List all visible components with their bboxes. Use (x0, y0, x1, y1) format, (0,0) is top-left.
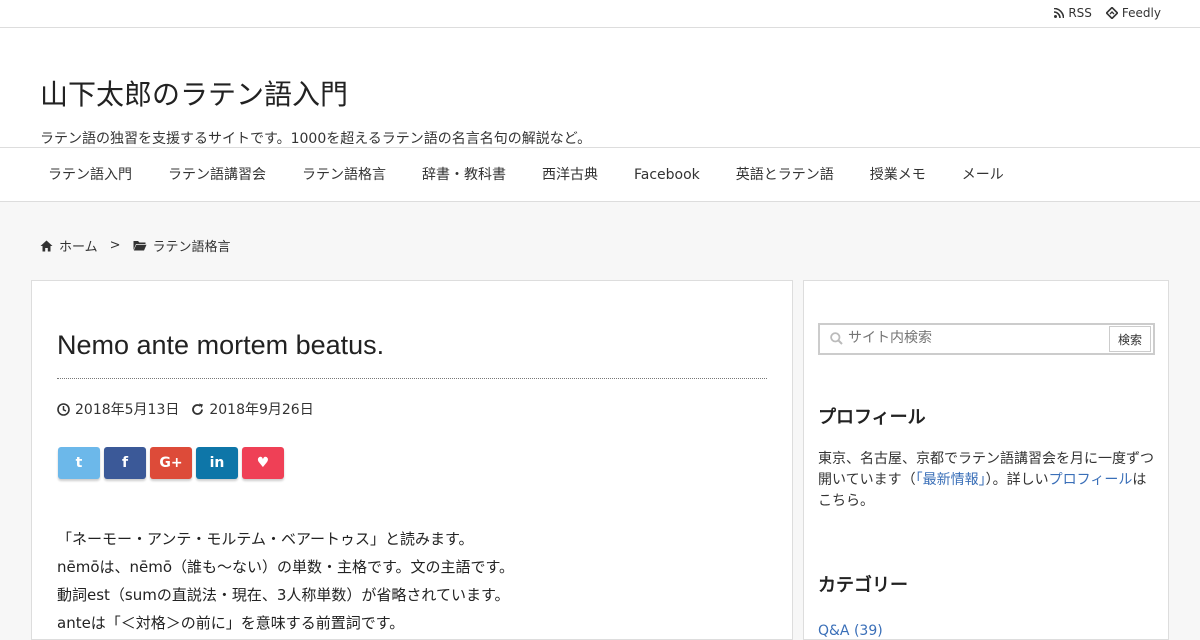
folder-icon (133, 241, 147, 251)
updated-date-text: 2018年9月26日 (209, 402, 314, 418)
post-line: 動詞est（sumの直説法・現在、3人称単数）が省略されています。 (57, 586, 510, 604)
updated-date: 2018年9月26日 (191, 399, 314, 419)
breadcrumb-separator: > (109, 238, 121, 253)
feedly-link[interactable]: Feedly (1105, 6, 1161, 20)
rss-label: RSS (1068, 6, 1092, 20)
pocket-share-button[interactable]: ♥ (242, 447, 284, 479)
search-icon (830, 332, 843, 345)
feed-links: RSS Feedly (1054, 6, 1161, 20)
search-box: 検索 (818, 323, 1155, 355)
home-icon (40, 240, 53, 251)
facebook-icon: f (121, 455, 129, 471)
main-nav: ラテン語入門 ラテン語講習会 ラテン語格言 辞書・教科書 西洋古典 Facebo… (0, 148, 1200, 202)
post-line: anteは「＜対格＞の前に」を意味する前置詞です。 (57, 614, 405, 632)
search-button[interactable]: 検索 (1109, 326, 1151, 352)
post-dates: 2018年5月13日 2018年9月26日 (57, 399, 314, 419)
nav-item-latin-intro[interactable]: ラテン語入門 (30, 148, 150, 202)
published-date-text: 2018年5月13日 (75, 402, 180, 418)
refresh-icon (192, 403, 204, 415)
site-header: 山下太郎のラテン語入門 ラテン語の独習を支援するサイトです。1000を超えるラテ… (0, 28, 1200, 148)
nav-item-facebook[interactable]: Facebook (616, 148, 718, 202)
post-line: nēmōは、nēmō（誰も～ない）の単数・主格です。文の主語です。 (57, 558, 515, 576)
share-buttons: t f G+ in ♥ (58, 447, 284, 479)
profile-text: 東京、名古屋、京都でラテン語講習会を月に一度ずつ開いています（「最新情報」）。詳… (818, 449, 1158, 512)
nav-item-mail[interactable]: メール (944, 148, 1022, 202)
breadcrumb: ホーム > ラテン語格言 (40, 236, 231, 255)
profile-link[interactable]: プロフィール (1049, 472, 1133, 488)
published-date: 2018年5月13日 (57, 399, 179, 419)
category-widget-title: カテゴリー (818, 575, 908, 596)
feedly-icon (1105, 7, 1118, 19)
nav-item-class-notes[interactable]: 授業メモ (852, 148, 944, 202)
breadcrumb-category[interactable]: ラテン語格言 (153, 236, 231, 255)
rss-link[interactable]: RSS (1054, 6, 1092, 20)
nav-item-western-classics[interactable]: 西洋古典 (524, 148, 616, 202)
breadcrumb-home[interactable]: ホーム (59, 236, 98, 255)
pocket-icon: ♥ (256, 455, 270, 471)
google-plus-share-button[interactable]: G+ (150, 447, 192, 479)
category-item[interactable]: Q&A (39) (818, 623, 883, 639)
post-title: Nemo ante mortem beatus. (57, 330, 385, 360)
post-line: 「ネーモー・アンテ・モルテム・ベアートゥス」と読みます。 (57, 530, 474, 548)
profile-text-part: ）。詳しい (985, 472, 1049, 488)
site-title[interactable]: 山下太郎のラテン語入門 (40, 78, 348, 112)
search-input[interactable] (848, 330, 1108, 346)
nav-item-latin-proverbs[interactable]: ラテン語格言 (284, 148, 404, 202)
title-divider (57, 378, 767, 379)
twitter-share-button[interactable]: t (58, 447, 100, 479)
twitter-icon: t (75, 455, 83, 471)
profile-widget-title: プロフィール (818, 407, 926, 428)
facebook-share-button[interactable]: f (104, 447, 146, 479)
top-bar: RSS Feedly (0, 0, 1200, 28)
rss-icon (1054, 8, 1065, 18)
linkedin-share-button[interactable]: in (196, 447, 238, 479)
google-plus-icon: G+ (159, 455, 183, 471)
site-tagline: ラテン語の独習を支援するサイトです。1000を超えるラテン語の名言名句の解説など… (40, 131, 592, 147)
latest-news-link[interactable]: 「最新情報」 (916, 472, 986, 488)
nav-item-english-latin[interactable]: 英語とラテン語 (718, 148, 852, 202)
article-card: Nemo ante mortem beatus. 2018年5月13日 2018… (31, 280, 793, 640)
linkedin-icon: in (209, 455, 225, 471)
feedly-label: Feedly (1121, 6, 1161, 20)
sidebar: 検索 プロフィール 東京、名古屋、京都でラテン語講習会を月に一度ずつ開いています… (803, 280, 1169, 640)
clock-icon (57, 402, 70, 416)
nav-item-latin-course[interactable]: ラテン語講習会 (150, 148, 284, 202)
post-body: 「ネーモー・アンテ・モルテム・ベアートゥス」と読みます。 nēmōは、nēmō（… (57, 525, 514, 637)
nav-item-dictionaries[interactable]: 辞書・教科書 (404, 148, 524, 202)
